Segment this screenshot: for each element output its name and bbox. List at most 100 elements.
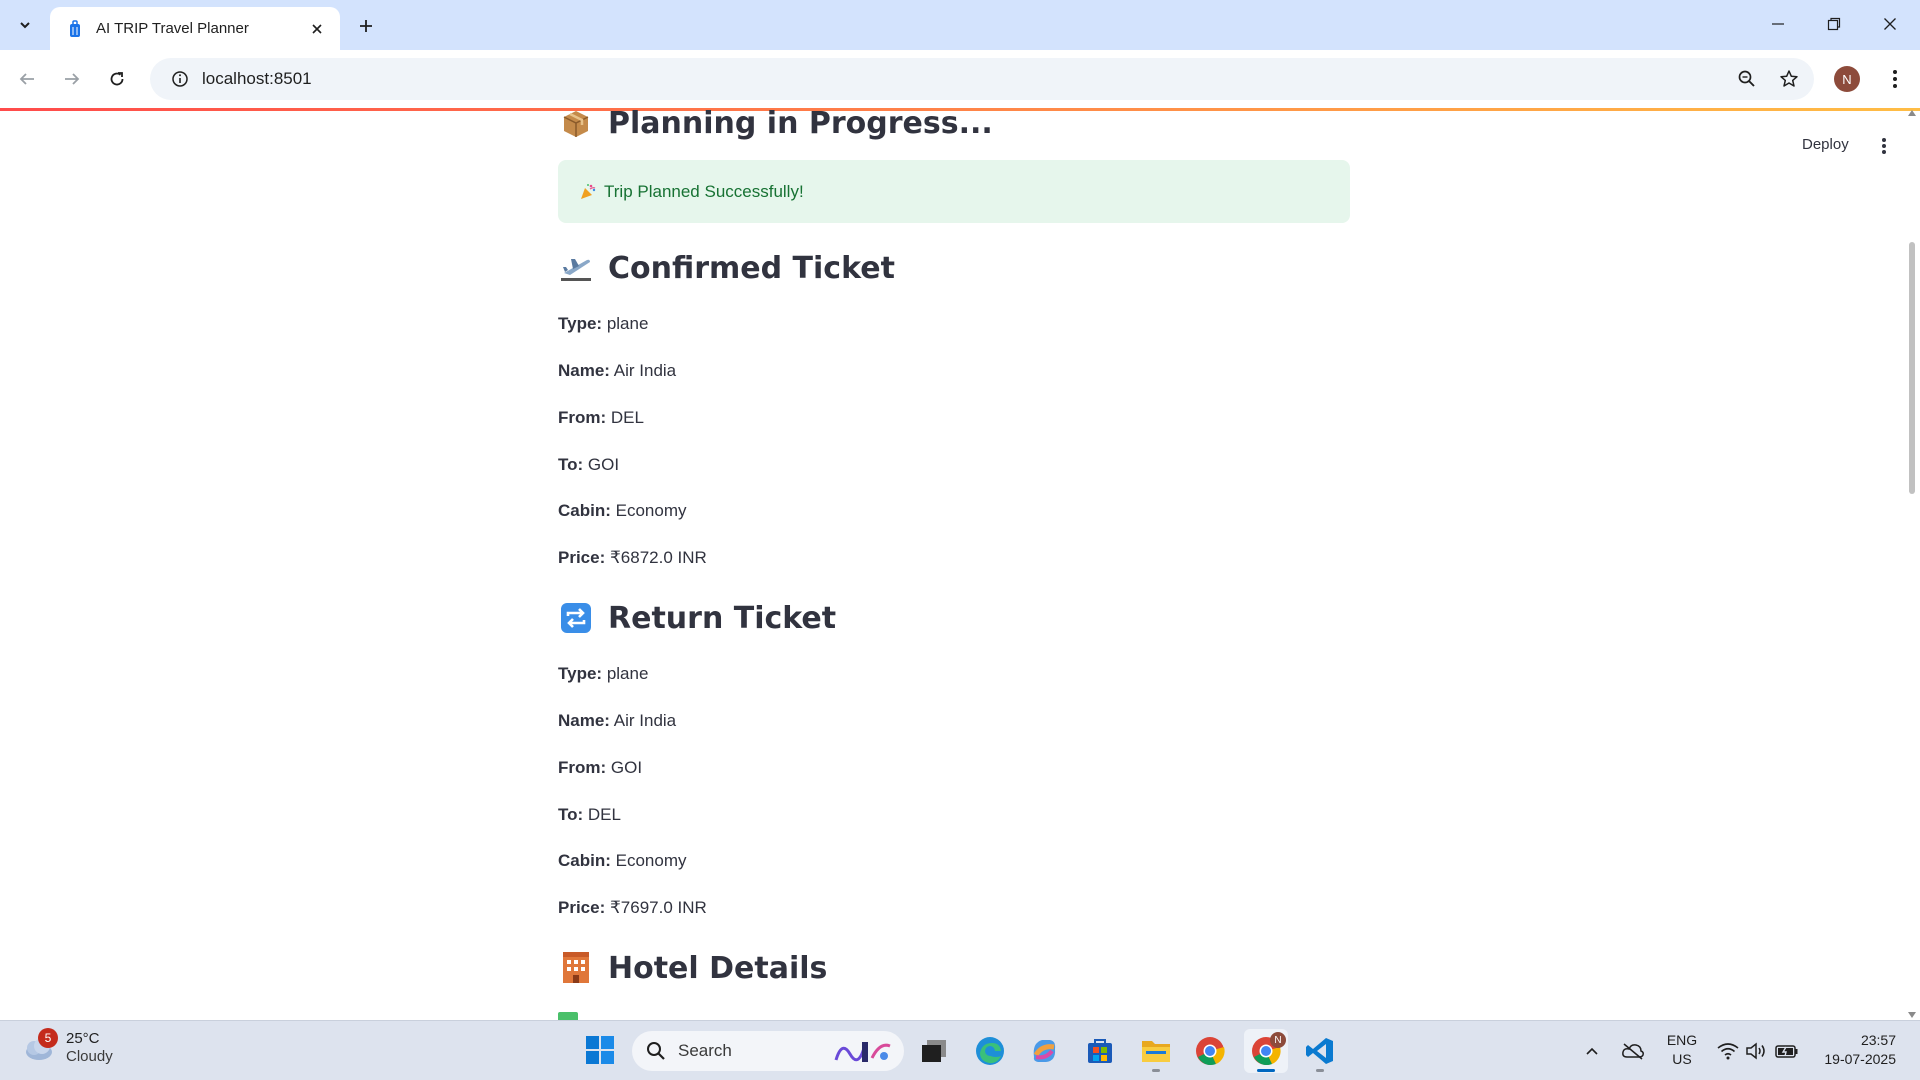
browser-toolbar: localhost:8501 N [0, 50, 1920, 108]
weather-widget[interactable]: 5 25°C Cloudy [20, 1028, 113, 1066]
taskbar-copilot[interactable] [1022, 1029, 1066, 1073]
taskbar-file-explorer[interactable] [1134, 1029, 1178, 1073]
clock-time: 23:57 [1860, 1032, 1896, 1048]
taskbar-chrome-profile[interactable]: N [1244, 1029, 1288, 1073]
taskbar-edge[interactable] [968, 1029, 1012, 1073]
onedrive-status[interactable] [1618, 1021, 1648, 1080]
field-label: From: [558, 758, 607, 777]
site-info-icon[interactable] [158, 70, 202, 88]
field-label: To: [558, 455, 584, 474]
field-label: Name: [558, 711, 610, 730]
field-value: plane [606, 314, 649, 333]
field-value: DEL [587, 805, 621, 824]
task-view-button[interactable] [912, 1029, 956, 1073]
zoom-icon[interactable] [1732, 64, 1762, 94]
field-label: Price: [558, 898, 606, 917]
field-value: plane [606, 664, 649, 683]
field-label: To: [558, 805, 584, 824]
restore-button[interactable] [1806, 0, 1862, 48]
battery-status[interactable] [1772, 1021, 1802, 1080]
tab-title: AI TRIP Travel Planner [96, 20, 249, 37]
browser-tab-active[interactable]: AI TRIP Travel Planner [50, 7, 340, 50]
arrow-right-icon [65, 73, 80, 85]
scrollbar-thumb[interactable] [1909, 242, 1915, 494]
back-button[interactable] [10, 62, 44, 96]
field-value: DEL [610, 408, 644, 427]
cloud-icon: 5 [20, 1028, 58, 1066]
field-value: Economy [615, 501, 687, 520]
hotel-details-heading: Hotel Details [558, 950, 827, 986]
language-indicator[interactable]: ENG US [1660, 1031, 1704, 1069]
app-menu-button[interactable] [1870, 132, 1898, 160]
field-label: Price: [558, 548, 606, 567]
close-icon [1884, 18, 1896, 30]
chrome-icon [1196, 1037, 1225, 1066]
field-value: Economy [615, 851, 687, 870]
confirmed-from: From: DEL [558, 408, 644, 428]
new-tab-button[interactable] [352, 12, 380, 40]
speaker-icon [1746, 1042, 1765, 1060]
deploy-button[interactable]: Deploy [1794, 132, 1857, 157]
show-hidden-icons-button[interactable] [1578, 1021, 1606, 1080]
checkmark-icon [558, 1012, 578, 1020]
close-window-button[interactable] [1862, 0, 1918, 48]
clock-date: 19-07-2025 [1824, 1051, 1896, 1067]
volume-control[interactable] [1742, 1021, 1770, 1080]
tab-search-button[interactable] [10, 10, 40, 40]
restore-icon [1827, 17, 1841, 31]
cloud-offline-icon [1622, 1043, 1644, 1060]
language-code: ENG [1666, 1032, 1698, 1048]
scroll-down-arrow[interactable] [1908, 1012, 1916, 1018]
running-indicator [1152, 1069, 1160, 1072]
bookmark-star-icon[interactable] [1774, 64, 1804, 94]
airplane-departure-icon [558, 250, 594, 286]
reload-button[interactable] [100, 62, 134, 96]
profile-avatar[interactable]: N [1834, 66, 1860, 92]
confirmed-type: Type: plane [558, 314, 648, 334]
battery-charging-icon [1775, 1045, 1798, 1058]
copilot-icon [1033, 1040, 1056, 1062]
repeat-arrows-icon [558, 600, 594, 636]
return-from: From: GOI [558, 758, 642, 778]
browser-menu-button[interactable] [1880, 64, 1910, 94]
clock[interactable]: 23:57 19-07-2025 [1810, 1031, 1896, 1069]
network-status[interactable] [1714, 1021, 1742, 1080]
reload-icon [110, 72, 124, 86]
task-view-icon [922, 1040, 946, 1062]
weather-alert-badge: 5 [38, 1028, 58, 1048]
close-icon [312, 23, 322, 34]
return-cabin: Cabin: Economy [558, 851, 687, 871]
return-name: Name: Air India [558, 711, 676, 731]
field-value: Air India [613, 711, 677, 730]
return-price: Price: ₹7697.0 INR [558, 898, 707, 918]
field-label: Type: [558, 314, 603, 333]
vscode-icon [1306, 1038, 1333, 1064]
search-icon [647, 1042, 665, 1060]
arrow-left-icon [19, 73, 34, 85]
field-label: Cabin: [558, 851, 611, 870]
tab-close-button[interactable] [306, 18, 328, 40]
active-indicator [1257, 1069, 1275, 1072]
browser-tabstrip: AI TRIP Travel Planner [0, 0, 1920, 50]
minimize-button[interactable] [1750, 0, 1806, 48]
page-scrollbar[interactable] [1904, 108, 1920, 1020]
plus-icon [360, 20, 372, 32]
luggage-icon [66, 19, 84, 38]
taskbar-store[interactable] [1078, 1029, 1122, 1073]
kebab-menu-icon [1882, 138, 1886, 154]
taskbar-search-label: Search [678, 1041, 732, 1060]
confirmed-to: To: GOI [558, 455, 619, 475]
scroll-up-arrow[interactable] [1908, 110, 1916, 116]
wifi-icon [1717, 1043, 1739, 1060]
windows-logo-icon [586, 1036, 614, 1064]
taskbar-search[interactable]: Search [632, 1031, 904, 1071]
forward-button[interactable] [55, 62, 89, 96]
start-button[interactable] [580, 1030, 620, 1070]
taskbar-vscode[interactable] [1298, 1029, 1342, 1073]
address-bar[interactable]: localhost:8501 [150, 58, 1814, 100]
planning-heading: Planning in Progress... [558, 108, 993, 141]
field-label: Type: [558, 664, 603, 683]
edge-icon [976, 1037, 1004, 1065]
taskbar-chrome[interactable] [1188, 1029, 1232, 1073]
field-label: Cabin: [558, 501, 611, 520]
